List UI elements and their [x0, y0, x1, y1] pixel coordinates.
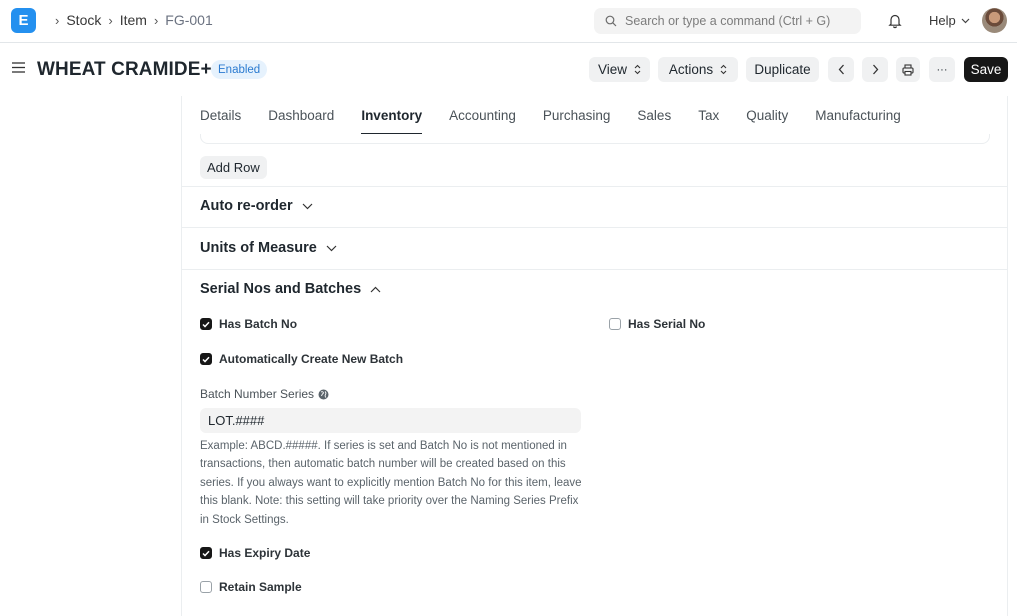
- auto-create-batch-checkbox[interactable]: Automatically Create New Batch: [200, 352, 403, 366]
- duplicate-button[interactable]: Duplicate: [746, 57, 819, 82]
- tab-purchasing[interactable]: Purchasing: [543, 96, 611, 134]
- chevron-down-icon: [326, 245, 337, 251]
- sort-icon: [634, 64, 641, 75]
- sort-icon: [720, 64, 727, 75]
- page-header: WHEAT CRAMIDE+ Enabled View Actions Dupl…: [0, 44, 1017, 96]
- tab-tax[interactable]: Tax: [698, 96, 719, 134]
- page-title: WHEAT CRAMIDE+: [37, 59, 212, 80]
- section-label: Auto re-order: [200, 198, 293, 214]
- globe-icon: [318, 389, 329, 399]
- batch-series-description: Example: ABCD.#####. If series is set an…: [200, 440, 582, 526]
- section-auto-reorder[interactable]: Auto re-order: [200, 198, 313, 214]
- has-serial-no-checkbox[interactable]: Has Serial No: [609, 317, 705, 331]
- tab-dashboard[interactable]: Dashboard: [268, 96, 334, 134]
- checkbox-label: Automatically Create New Batch: [219, 352, 404, 366]
- checkbox-checked[interactable]: [200, 547, 212, 559]
- breadcrumb-current[interactable]: FG-001: [165, 12, 212, 28]
- print-button[interactable]: [896, 57, 920, 82]
- help-label: Help: [929, 13, 956, 28]
- search-icon: [605, 15, 617, 27]
- form-body: Details Dashboard Inventory Accounting P…: [181, 96, 1008, 616]
- view-button[interactable]: View: [589, 57, 650, 82]
- top-navbar: E › Stock › Item › FG-001 Search or type…: [0, 0, 1017, 43]
- more-button[interactable]: ···: [929, 57, 955, 82]
- checkbox-checked[interactable]: [200, 353, 212, 365]
- tab-sales[interactable]: Sales: [637, 96, 671, 134]
- section-label: Units of Measure: [200, 240, 317, 256]
- divider: [182, 269, 1008, 270]
- section-units-of-measure[interactable]: Units of Measure: [200, 240, 337, 256]
- chevron-right-icon: [872, 64, 878, 75]
- previous-button[interactable]: [828, 57, 854, 82]
- avatar[interactable]: [982, 8, 1007, 33]
- chevron-left-icon: [838, 64, 844, 75]
- menu-icon[interactable]: [12, 62, 25, 73]
- retain-sample-checkbox[interactable]: Retain Sample: [200, 580, 302, 594]
- view-button-label: View: [597, 62, 628, 77]
- checkbox-unchecked[interactable]: [609, 318, 621, 330]
- status-badge: Enabled: [211, 60, 268, 79]
- checkbox-unchecked[interactable]: [200, 581, 212, 593]
- chevron-up-icon: [370, 286, 381, 292]
- tab-details[interactable]: Details: [200, 96, 241, 134]
- divider: [182, 227, 1008, 228]
- check-icon: [202, 356, 210, 363]
- checkbox-label: Retain Sample: [219, 580, 302, 594]
- section-serial-batches[interactable]: Serial Nos and Batches: [200, 281, 381, 297]
- check-icon: [202, 321, 210, 328]
- child-table-edge: [200, 134, 990, 144]
- tab-manufacturing[interactable]: Manufacturing: [815, 96, 901, 134]
- help-menu[interactable]: Help: [929, 13, 970, 28]
- actions-button[interactable]: Actions: [658, 57, 738, 82]
- breadcrumb-item[interactable]: Item: [120, 12, 147, 28]
- divider: [182, 186, 1008, 187]
- tab-quality[interactable]: Quality: [746, 96, 788, 134]
- section-label: Serial Nos and Batches: [200, 281, 362, 297]
- tab-inventory[interactable]: Inventory: [361, 96, 422, 134]
- tab-accounting[interactable]: Accounting: [449, 96, 516, 134]
- form-tabs: Details Dashboard Inventory Accounting P…: [182, 96, 1008, 134]
- checkbox-label: Has Expiry Date: [219, 546, 311, 560]
- checkbox-checked[interactable]: [200, 318, 212, 330]
- printer-icon: [902, 63, 914, 76]
- has-batch-no-checkbox[interactable]: Has Batch No: [200, 317, 297, 331]
- batch-series-input[interactable]: LOT.####: [200, 408, 581, 433]
- search-placeholder: Search or type a command (Ctrl + G): [625, 14, 831, 28]
- checkbox-label: Has Batch No: [219, 317, 298, 331]
- batch-series-label: Batch Number Series: [200, 387, 329, 401]
- check-icon: [202, 550, 210, 557]
- add-row-button[interactable]: Add Row: [200, 156, 267, 179]
- actions-button-label: Actions: [668, 62, 714, 77]
- bell-icon[interactable]: [887, 12, 903, 29]
- breadcrumb: › Stock › Item › FG-001: [48, 12, 213, 28]
- checkbox-label: Has Serial No: [628, 317, 706, 331]
- has-expiry-date-checkbox[interactable]: Has Expiry Date: [200, 546, 310, 560]
- field-label: Batch Number Series: [200, 387, 315, 401]
- chevron-down-icon: [961, 18, 970, 23]
- chevron-right-icon: ›: [108, 12, 113, 28]
- next-button[interactable]: [862, 57, 888, 82]
- chevron-right-icon: ›: [55, 12, 60, 28]
- save-button[interactable]: Save: [964, 57, 1008, 82]
- breadcrumb-stock[interactable]: Stock: [66, 12, 101, 28]
- chevron-down-icon: [302, 203, 313, 209]
- search-input[interactable]: Search or type a command (Ctrl + G): [594, 8, 861, 34]
- app-logo[interactable]: E: [11, 8, 36, 33]
- chevron-right-icon: ›: [153, 12, 159, 28]
